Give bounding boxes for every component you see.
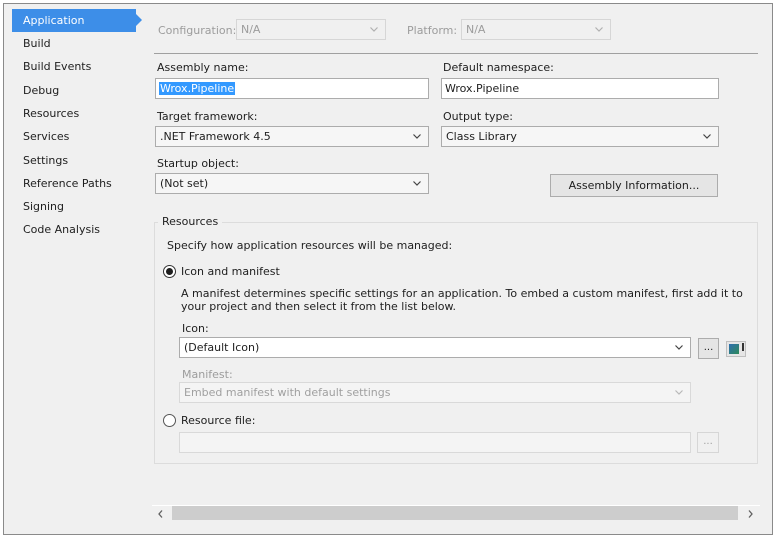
sidebar-item-signing[interactable]: Signing: [12, 195, 132, 218]
target-framework-value: .NET Framework 4.5: [160, 130, 271, 143]
manifest-value: Embed manifest with default settings: [184, 386, 391, 399]
scroll-right-arrow-icon[interactable]: [743, 505, 757, 522]
assembly-name-input[interactable]: Wrox.Pipeline: [155, 78, 429, 99]
chevron-down-icon: [702, 127, 712, 146]
chevron-down-icon: [369, 20, 379, 39]
sidebar-item-services[interactable]: Services: [12, 125, 132, 148]
startup-object-label: Startup object:: [157, 157, 239, 170]
scrollbar-thumb[interactable]: [172, 506, 738, 520]
sidebar-item-debug[interactable]: Debug: [12, 79, 132, 102]
target-framework-dropdown[interactable]: .NET Framework 4.5: [155, 126, 429, 147]
icon-value: (Default Icon): [184, 341, 260, 354]
default-namespace-input[interactable]: Wrox.Pipeline: [441, 78, 719, 99]
warning-mark-icon: [742, 343, 744, 351]
icon-dropdown[interactable]: (Default Icon): [179, 337, 691, 358]
sidebar-item-resources[interactable]: Resources: [12, 102, 132, 125]
platform-dropdown[interactable]: N/A: [461, 19, 611, 40]
resource-file-label[interactable]: Resource file:: [181, 414, 255, 427]
scroll-left-arrow-icon[interactable]: [153, 505, 167, 522]
chevron-down-icon: [674, 338, 684, 357]
manifest-dropdown[interactable]: Embed manifest with default settings: [179, 382, 691, 403]
default-namespace-label: Default namespace:: [443, 61, 554, 74]
target-framework-label: Target framework:: [157, 110, 258, 123]
icon-and-manifest-label[interactable]: Icon and manifest: [181, 265, 280, 278]
assembly-name-value: Wrox.Pipeline: [159, 82, 236, 95]
chevron-down-icon: [412, 174, 422, 193]
startup-object-dropdown[interactable]: (Not set): [155, 173, 429, 194]
chevron-down-icon: [412, 127, 422, 146]
manifest-label: Manifest:: [182, 368, 233, 381]
sidebar-item-build-events[interactable]: Build Events: [12, 55, 132, 78]
assembly-information-button[interactable]: Assembly Information...: [550, 174, 718, 197]
sidebar-item-reference-paths[interactable]: Reference Paths: [12, 172, 132, 195]
sidebar-item-settings[interactable]: Settings: [12, 149, 132, 172]
assembly-name-label: Assembly name:: [157, 61, 249, 74]
icon-label: Icon:: [182, 322, 209, 335]
chevron-down-icon: [594, 20, 604, 39]
toolbar-divider: [154, 53, 758, 54]
resource-file-radio[interactable]: [163, 414, 176, 427]
configuration-dropdown[interactable]: N/A: [236, 19, 386, 40]
icon-and-manifest-radio[interactable]: [163, 265, 176, 278]
configuration-value: N/A: [241, 23, 261, 36]
resources-group-title: Resources: [158, 215, 223, 228]
default-namespace-value: Wrox.Pipeline: [445, 82, 520, 95]
startup-object-value: (Not set): [160, 177, 209, 190]
icon-preview: [726, 341, 746, 357]
sidebar: Application Build Build Events Debug Res…: [4, 4, 142, 534]
platform-label: Platform:: [407, 24, 458, 37]
platform-value: N/A: [466, 23, 486, 36]
sidebar-item-build[interactable]: Build: [12, 32, 132, 55]
manifest-help-text-line1: A manifest determines specific settings …: [181, 287, 743, 300]
resource-file-input[interactable]: [179, 432, 691, 453]
sidebar-item-application[interactable]: Application: [12, 9, 142, 32]
output-type-label: Output type:: [443, 110, 513, 123]
chevron-down-icon: [674, 383, 684, 402]
icon-browse-button[interactable]: ...: [698, 338, 719, 359]
manifest-help-text-line2: your project and then select it from the…: [181, 300, 456, 313]
output-type-dropdown[interactable]: Class Library: [441, 126, 719, 147]
configuration-label: Configuration:: [158, 24, 237, 37]
sidebar-item-code-analysis[interactable]: Code Analysis: [12, 218, 132, 241]
resources-description: Specify how application resources will b…: [167, 239, 453, 252]
output-type-value: Class Library: [446, 130, 517, 143]
resource-file-browse-button[interactable]: ...: [697, 432, 719, 453]
application-icon: [729, 344, 739, 354]
